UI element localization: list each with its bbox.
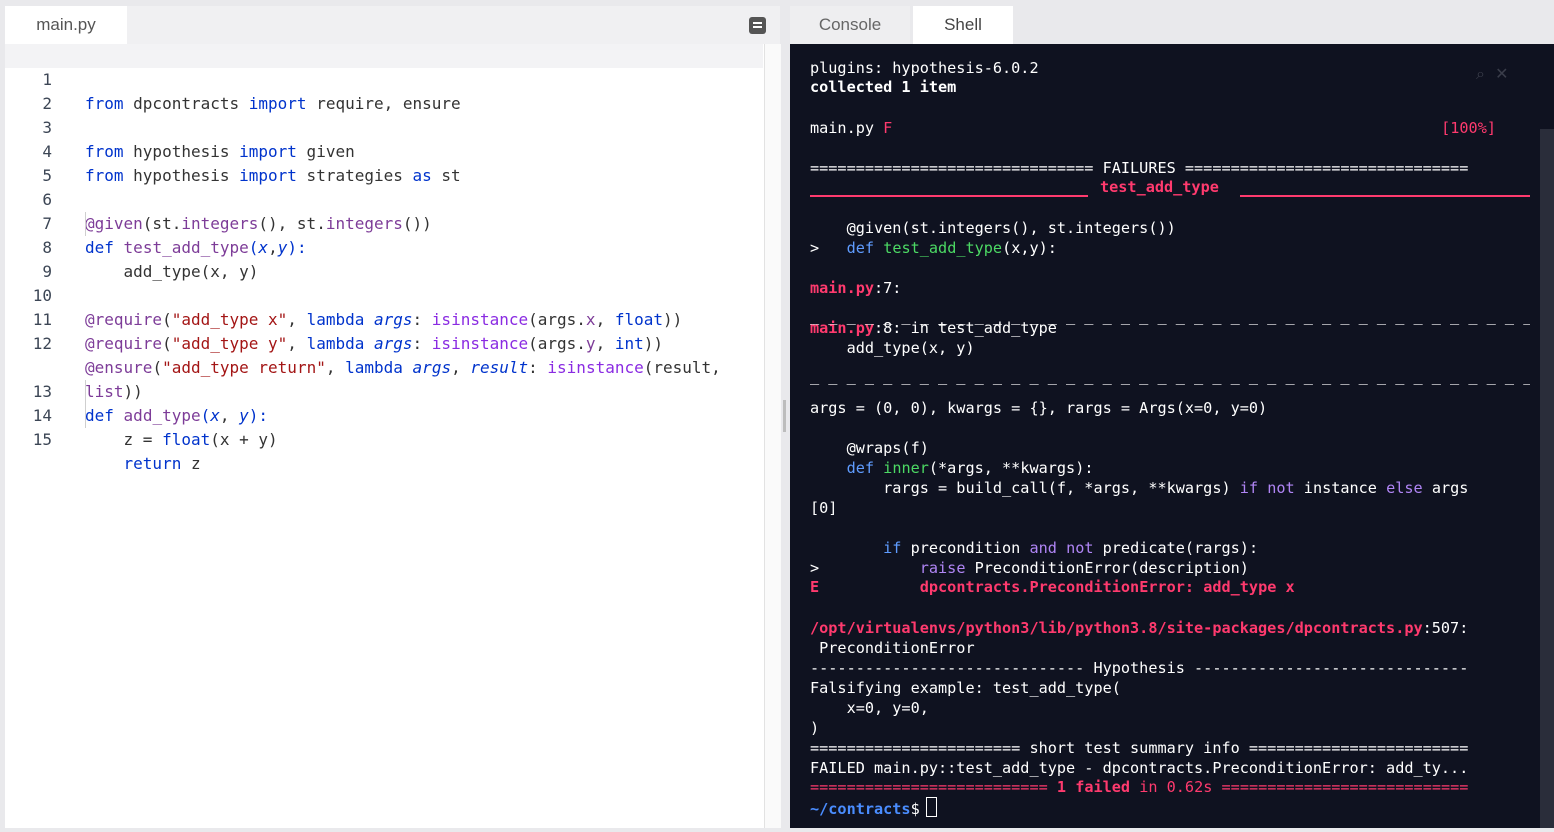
terminal-scrollbar[interactable] bbox=[1540, 129, 1554, 828]
tab-shell[interactable]: Shell bbox=[913, 6, 1013, 45]
editor-menu-icon[interactable] bbox=[749, 17, 766, 34]
code-line: list)) bbox=[5, 332, 763, 401]
pane-resize-handle[interactable] bbox=[783, 400, 786, 432]
code-line: 12 @ensure("add_type return", lambda arg… bbox=[5, 308, 763, 377]
code-line: 5 bbox=[5, 140, 763, 185]
shell-terminal[interactable]: ⌕ ✕ plugins: hypothesis-6.0.2 collected … bbox=[790, 44, 1554, 828]
terminal-line: if precondition and not predicate(rargs)… bbox=[883, 539, 1259, 557]
indent-guide bbox=[85, 212, 86, 236]
code-line: 9 bbox=[5, 236, 763, 281]
failures-header: =============================== FAILURES… bbox=[810, 159, 1469, 177]
dash-separator: _ _ _ _ _ _ _ _ _ _ _ _ _ _ _ _ _ _ _ _ … bbox=[810, 367, 1530, 385]
terminal-line: PreconditionError bbox=[810, 639, 975, 657]
editor-scrollbar[interactable] bbox=[764, 44, 781, 828]
code-line: 2 bbox=[5, 68, 763, 113]
code-line: 6 @given(st.integers(), st.integers()) bbox=[5, 164, 763, 233]
terminal-line: main.py:7: bbox=[810, 279, 902, 297]
editor-tab-bar: main.py bbox=[5, 6, 780, 45]
terminal-line: plugins: hypothesis-6.0.2 bbox=[810, 59, 1039, 77]
terminal-line: > raise PreconditionError(description) bbox=[810, 559, 1249, 577]
code-line: 11 @require("add_type y", lambda args: i… bbox=[5, 284, 763, 353]
terminal-line: main.py F [100%] bbox=[810, 119, 1496, 137]
code-line: 1 from dpcontracts import require, ensur… bbox=[5, 44, 763, 113]
terminal-line: > def test_add_type(x,y): bbox=[810, 239, 1057, 257]
terminal-line: /opt/virtualenvs/python3/lib/python3.8/s… bbox=[810, 619, 1469, 637]
terminal-line: [0] bbox=[810, 499, 838, 517]
terminal-line: main.py:8: in test_add_type bbox=[810, 319, 1057, 337]
indent-guide bbox=[85, 380, 86, 428]
code-line: 10 @require("add_type x", lambda args: i… bbox=[5, 260, 763, 329]
terminal-line: @given(st.integers(), st.integers()) bbox=[810, 219, 1176, 237]
code-line: 3 from hypothesis import given bbox=[5, 92, 763, 161]
code-text: return z bbox=[123, 454, 201, 473]
terminal-line: def inner(*args, **kwargs): bbox=[846, 459, 1094, 477]
terminal-tools: ⌕ ✕ bbox=[1476, 64, 1526, 84]
terminal-line: @wraps(f) bbox=[810, 439, 929, 457]
terminal-line: add_type(x, y) bbox=[810, 339, 975, 357]
hypothesis-header: ------------------------------ Hypothesi… bbox=[810, 659, 1469, 677]
code-line: 14 z = float(x + y) bbox=[5, 380, 763, 449]
terminal-line: collected 1 item bbox=[810, 78, 957, 96]
section-rule bbox=[1240, 195, 1530, 197]
section-rule bbox=[810, 195, 1088, 197]
failed-test-name: test_add_type bbox=[1100, 178, 1219, 196]
terminal-line: E dpcontracts.PreconditionError: add_typ… bbox=[810, 578, 1295, 596]
code-line: 4 from hypothesis import strategies as s… bbox=[5, 116, 763, 185]
summary-header: ======================= short test summa… bbox=[810, 739, 1469, 757]
terminal-line: Falsifying example: test_add_type( bbox=[810, 679, 1121, 697]
code-line: 7 def test_add_type(x,y): bbox=[5, 188, 763, 257]
terminal-line: FAILED main.py::test_add_type - dpcontra… bbox=[810, 759, 1469, 777]
line-number: 15 bbox=[32, 430, 52, 449]
code-line: 13 def add_type(x, y): bbox=[5, 356, 763, 425]
right-tab-bar: Console Shell bbox=[790, 6, 1554, 45]
terminal-line: args = (0, 0), kwargs = {}, rargs = Args… bbox=[810, 399, 1268, 417]
tab-console[interactable]: Console bbox=[790, 6, 910, 45]
search-icon[interactable]: ⌕ bbox=[1476, 64, 1485, 83]
shell-prompt[interactable]: ~/contracts$ bbox=[810, 797, 937, 818]
result-line: ========================== 1 failed in 0… bbox=[810, 778, 1469, 796]
code-text: z = float(x + y) bbox=[85, 430, 278, 449]
terminal-line: rargs = build_call(f, *args, **kwargs) i… bbox=[810, 479, 1469, 497]
code-line: 15 return z bbox=[5, 404, 763, 473]
text-cursor bbox=[925, 797, 937, 817]
file-tab-main-py[interactable]: main.py bbox=[5, 6, 127, 45]
terminal-line: x=0, y=0, bbox=[810, 699, 929, 717]
editor-pane: main.py 1 from dpcontracts import requir… bbox=[5, 6, 781, 828]
code-line: 8 add_type(x, y) bbox=[5, 212, 763, 281]
terminal-line: ) bbox=[810, 719, 820, 737]
close-icon[interactable]: ✕ bbox=[1495, 64, 1508, 83]
